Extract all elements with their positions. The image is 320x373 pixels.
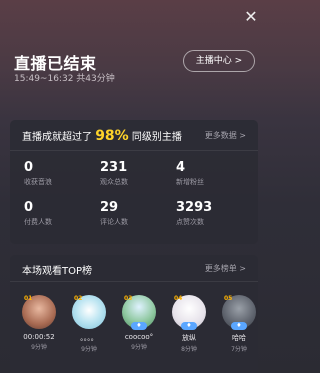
achievement-text: 直播成就超过了 98% 同级别主播 [22,128,182,144]
stat-income: 0 收获音浪 [24,160,52,186]
level-badge-icon: ♦ [231,322,247,330]
divider [10,281,258,282]
summary-card: 直播成就超过了 98% 同级别主播 更多数据 > 0 收获音浪 231 观众总数… [10,120,258,244]
viewer-name: 。。。。 [80,334,98,342]
close-icon[interactable]: ✕ [242,8,260,26]
stat-payers: 0 付费人数 [24,200,52,226]
watch-time: 8分钟 [181,346,197,353]
viewer-name: 放纵 [182,334,196,342]
achievement-percent: 98% [95,128,129,144]
ranking-item[interactable]: ♦ 05 哈哈 7分钟 [222,295,262,353]
divider [10,150,258,151]
more-data-link[interactable]: 更多数据 > [205,130,246,141]
stat-likes: 3293 点赞次数 [176,200,213,226]
ranking-card: 本场观看TOP榜 更多榜单 > 01 00:00:52 9分钟 02 。。。。 … [10,255,258,373]
watch-time: 9分钟 [31,344,47,351]
viewer-name: 00:00:52 [23,333,55,341]
rank-number: 04 [174,295,183,302]
watch-time: 9分钟 [81,346,97,353]
level-badge-icon: ♦ [181,322,197,330]
ranking-item[interactable]: 02 。。。。 9分钟 [72,295,112,353]
rank-number: 03 [124,295,133,302]
stat-new-fans: 4 新增粉丝 [176,160,204,186]
rank-number: 02 [74,295,83,302]
viewer-name: 哈哈 [232,334,246,342]
ranking-title: 本场观看TOP榜 [22,266,93,277]
ranking-item[interactable]: ♦ 04 放纵 8分钟 [172,295,212,353]
live-time-range: 15:49~16:32 共43分钟 [14,74,115,84]
viewer-name: coocoo° [124,333,154,341]
anchor-center-button[interactable]: 主播中心 > [183,50,255,72]
watch-time: 9分钟 [131,344,147,351]
rank-number: 05 [224,295,233,302]
rank-number: 01 [24,295,33,302]
level-badge-icon: ♦ [131,322,147,330]
watch-time: 7分钟 [231,346,247,353]
stat-viewers: 231 观众总数 [100,160,128,186]
ranking-item[interactable]: 01 00:00:52 9分钟 [22,295,62,351]
ranking-item[interactable]: ♦ 03 coocoo° 9分钟 [122,295,162,351]
stat-commenters: 29 评论人数 [100,200,128,226]
more-ranking-link[interactable]: 更多榜单 > [205,263,246,274]
